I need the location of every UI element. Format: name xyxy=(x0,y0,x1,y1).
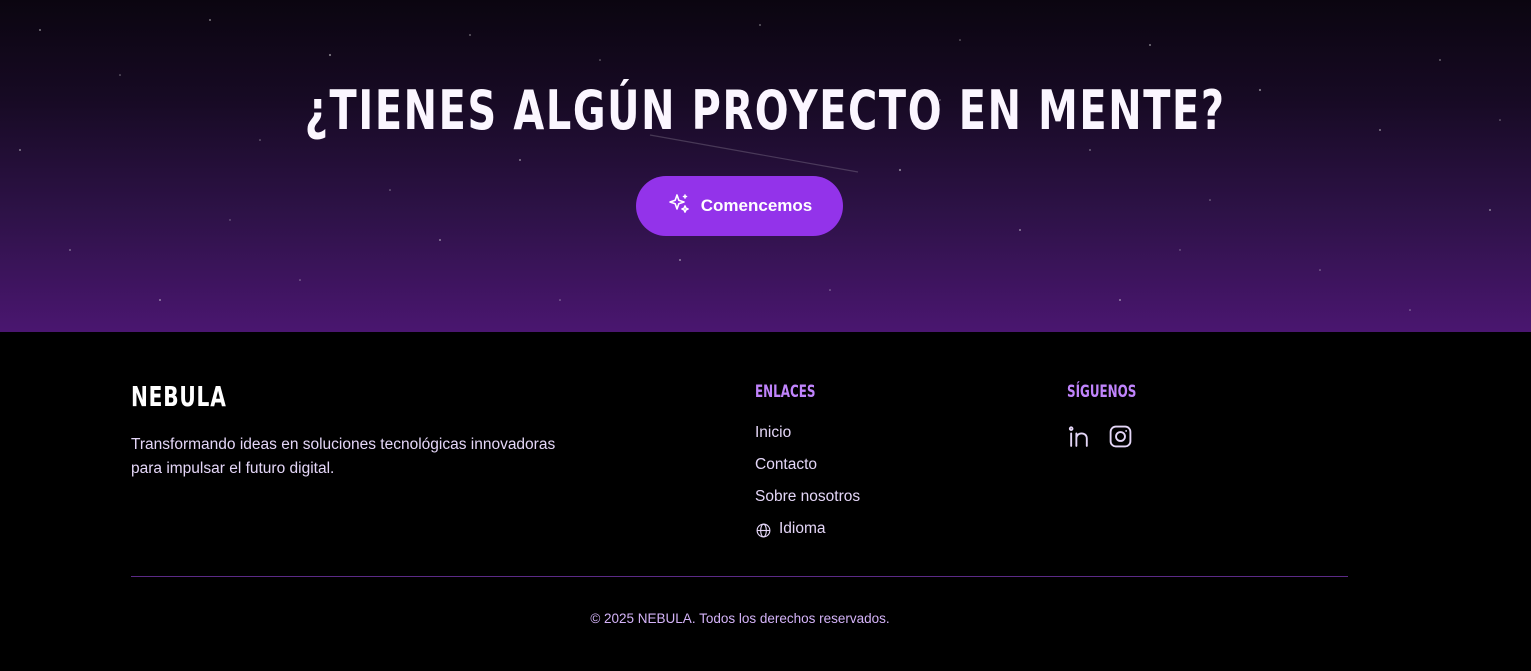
social-links xyxy=(1067,424,1133,449)
get-started-label: Comencemos xyxy=(700,196,813,215)
footer-link-label: Inicio xyxy=(755,424,792,441)
footer-brand: NEBULA xyxy=(131,380,227,413)
language-label: Idioma xyxy=(779,520,826,537)
footer-tagline: Transformando ideas en soluciones tecnol… xyxy=(131,436,556,477)
sparkles-icon xyxy=(667,192,691,221)
get-started-button[interactable]: Comencemos xyxy=(636,176,843,236)
language-selector[interactable]: Idioma xyxy=(755,520,860,552)
instagram-icon[interactable] xyxy=(1108,424,1133,449)
cta-section: ¿TIENES ALGÚN PROYECTO EN MENTE? Comence… xyxy=(0,0,1531,332)
footer-link-label: Contacto xyxy=(755,456,818,473)
starfield-background xyxy=(19,19,1501,311)
footer-link-label: Sobre nosotros xyxy=(755,488,861,505)
social-heading: SÍGUENOS xyxy=(1067,382,1137,402)
footer-link-sobre-nosotros[interactable]: Sobre nosotros xyxy=(755,488,860,520)
links-heading: ENLACES xyxy=(755,382,816,402)
footer-link-contacto[interactable]: Contacto xyxy=(755,456,860,488)
footer-links: Inicio Contacto Sobre nosotros Idioma xyxy=(755,424,860,552)
copyright-text: © 2025 NEBULA. Todos los derechos reserv… xyxy=(590,611,890,626)
cta-heading: ¿TIENES ALGÚN PROYECTO EN MENTE? xyxy=(304,79,1226,142)
footer-link-inicio[interactable]: Inicio xyxy=(755,424,860,456)
globe-icon xyxy=(756,523,771,538)
linkedin-icon[interactable] xyxy=(1067,424,1092,449)
footer-divider xyxy=(131,576,1348,577)
site-footer: NEBULA Transformando ideas en soluciones… xyxy=(0,332,1531,671)
